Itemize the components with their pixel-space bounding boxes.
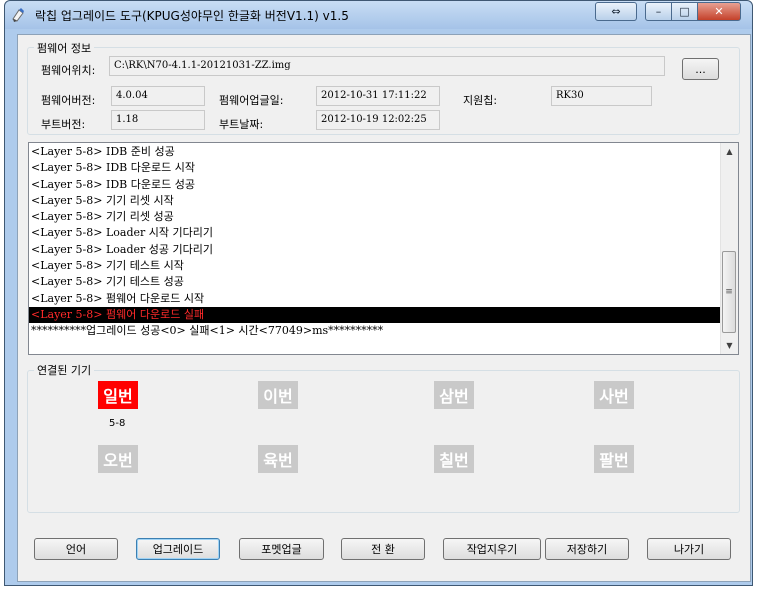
log-line[interactable]: <Layer 5-8> IDB 준비 성공 — [29, 144, 722, 160]
firmware-info-label: 펌웨어 정보 — [34, 40, 95, 56]
device-slot-6: 육번 — [258, 445, 298, 473]
log-line[interactable]: <Layer 5-8> 기기 리셋 성공 — [29, 209, 722, 225]
device-slot-7: 칠번 — [434, 445, 474, 473]
log-line[interactable]: <Layer 5-8> 펌웨어 다운로드 시작 — [29, 291, 722, 307]
device-slot-4: 사번 — [594, 381, 634, 409]
boot-version-field: 1.18 — [111, 110, 205, 130]
device-slot-3: 삼번 — [434, 381, 474, 409]
minimize-button[interactable]: – — [645, 2, 672, 21]
connected-devices-label: 연결된 기기 — [34, 362, 95, 378]
log-line[interactable]: <Layer 5-8> 펌웨어 다운로드 실패 — [29, 306, 722, 324]
firmware-path-field[interactable]: C:\RK\N70-4.1.1-20121031-ZZ.img — [109, 56, 665, 76]
log-lines: <Layer 5-8> IDB 준비 성공 <Layer 5-8> IDB 다운로… — [29, 144, 722, 340]
format-upgrade-button[interactable]: 포멧업글 — [239, 538, 324, 560]
switch-button[interactable]: 전 환 — [341, 538, 425, 560]
device-slot-1-port: 5-8 — [109, 418, 126, 429]
log-line[interactable]: <Layer 5-8> IDB 다운로드 성공 — [29, 177, 722, 193]
log-listbox[interactable]: <Layer 5-8> IDB 준비 성공 <Layer 5-8> IDB 다운로… — [28, 142, 739, 355]
title-bar[interactable]: 락칩 업그레이드 도구(KPUG성야무인 한글화 버전V1.1) v1.5 ⇔ … — [5, 1, 752, 29]
exit-button[interactable]: 나가기 — [647, 538, 731, 560]
upgrade-button[interactable]: 업그레이드 — [136, 538, 220, 560]
close-button[interactable]: ✕ — [697, 2, 741, 21]
firmware-path-label: 펌웨어위치: — [41, 64, 96, 77]
language-button[interactable]: 언어 — [34, 538, 118, 560]
clear-log-button[interactable]: 작업지우기 — [443, 538, 541, 560]
log-line[interactable]: <Layer 5-8> Loader 성공 기다리기 — [29, 242, 722, 258]
scroll-thumb[interactable]: ≡ — [722, 251, 736, 333]
firmware-version-label: 펌웨어버전: — [41, 94, 96, 107]
window-title: 락칩 업그레이드 도구(KPUG성야무인 한글화 버전V1.1) v1.5 — [35, 9, 349, 23]
app-window: 락칩 업그레이드 도구(KPUG성야무인 한글화 버전V1.1) v1.5 ⇔ … — [4, 0, 753, 586]
device-slot-2: 이번 — [258, 381, 298, 409]
log-line[interactable]: <Layer 5-8> 기기 테스트 시작 — [29, 258, 722, 274]
log-line[interactable]: <Layer 5-8> 기기 리셋 시작 — [29, 193, 722, 209]
boot-version-label: 부트버전: — [41, 118, 86, 131]
firmware-upload-date-field: 2012-10-31 17:11:22 — [316, 86, 440, 106]
app-icon — [12, 8, 24, 22]
firmware-version-field: 4.0.04 — [111, 86, 205, 106]
firmware-upload-date-label: 펌웨어업글일: — [219, 94, 284, 107]
log-line[interactable]: <Layer 5-8> Loader 시작 기다리기 — [29, 225, 722, 241]
supported-chip-label: 지원칩: — [463, 94, 498, 107]
log-scrollbar[interactable]: ▲ ≡ ▼ — [720, 143, 738, 354]
log-line[interactable]: **********업그레이드 성공<0> 실패<1> 시간<77049>ms*… — [29, 323, 722, 339]
boot-date-field: 2012-10-19 12:02:25 — [316, 110, 440, 130]
scroll-down-icon[interactable]: ▼ — [721, 337, 738, 354]
scroll-up-icon[interactable]: ▲ — [721, 143, 738, 160]
device-slot-1: 일번 — [98, 381, 138, 409]
device-slot-8: 팔번 — [594, 445, 634, 473]
restore-arrows-button[interactable]: ⇔ — [595, 2, 637, 21]
log-line[interactable]: <Layer 5-8> IDB 다운로드 시작 — [29, 160, 722, 176]
boot-date-label: 부트날짜: — [219, 118, 264, 131]
supported-chip-field: RK30 — [551, 86, 652, 106]
log-line[interactable]: <Layer 5-8> 기기 테스트 성공 — [29, 274, 722, 290]
dialog-client: 펌웨어 정보 펌웨어위치: C:\RK\N70-4.1.1-20121031-Z… — [17, 34, 751, 582]
device-slot-5: 오번 — [98, 445, 138, 473]
maximize-button[interactable]: □ — [671, 2, 698, 21]
browse-button[interactable]: ... — [682, 58, 719, 80]
save-button[interactable]: 저장하기 — [545, 538, 629, 560]
